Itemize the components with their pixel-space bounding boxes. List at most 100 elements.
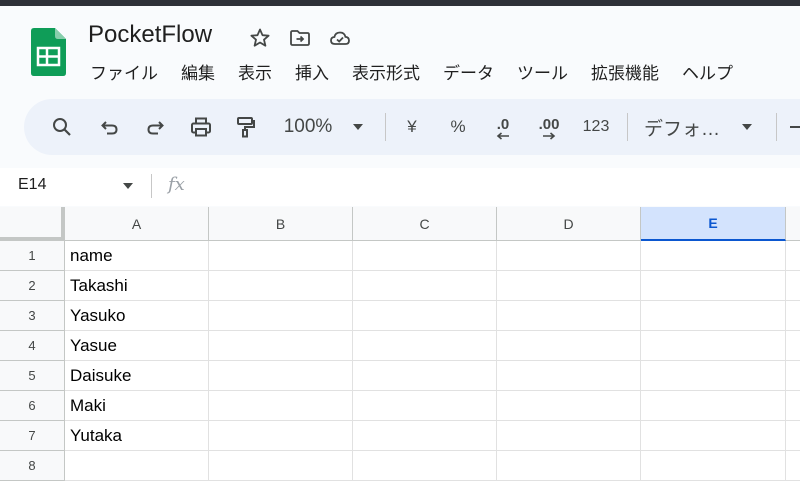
column-header-d[interactable]: D — [497, 207, 641, 241]
menu-file[interactable]: ファイル — [81, 62, 166, 86]
move-to-folder-icon[interactable] — [288, 26, 312, 50]
grid-cell[interactable] — [786, 241, 800, 271]
row-header[interactable]: 7 — [0, 421, 65, 451]
grid-cell[interactable] — [497, 391, 641, 421]
column-header-a[interactable]: A — [65, 207, 209, 241]
menu-bar: ファイル 編集 表示 挿入 表示形式 データ ツール 拡張機能 ヘルプ — [81, 62, 741, 86]
menu-data[interactable]: データ — [435, 62, 502, 86]
undo-button[interactable] — [98, 99, 122, 155]
increase-decimal-button[interactable]: .00 — [532, 99, 566, 155]
grid-cell[interactable] — [641, 271, 786, 301]
font-dropdown[interactable] — [739, 99, 755, 155]
cloud-saved-icon[interactable] — [328, 26, 352, 50]
percent-format-button[interactable]: % — [444, 99, 472, 155]
grid-cell[interactable]: name — [65, 241, 209, 271]
name-box-dropdown-icon[interactable] — [122, 182, 134, 190]
grid-cell[interactable] — [786, 451, 800, 481]
row-header[interactable]: 3 — [0, 301, 65, 331]
grid-cell[interactable] — [786, 391, 800, 421]
number-format-button[interactable]: 123 — [578, 99, 614, 155]
grid-cell[interactable] — [209, 421, 353, 451]
grid-cell[interactable]: Yasuko — [65, 301, 209, 331]
grid-cell[interactable]: Takashi — [65, 271, 209, 301]
grid-cell[interactable] — [786, 271, 800, 301]
grid-cell[interactable] — [353, 301, 497, 331]
grid-cell[interactable]: Maki — [65, 391, 209, 421]
row-header[interactable]: 6 — [0, 391, 65, 421]
grid-cell[interactable] — [497, 361, 641, 391]
search-menus-button[interactable] — [49, 99, 75, 155]
zoom-dropdown[interactable] — [350, 99, 366, 155]
column-header-c[interactable]: C — [353, 207, 497, 241]
column-header-b[interactable]: B — [209, 207, 353, 241]
sheets-logo-icon[interactable] — [31, 28, 66, 76]
grid-cell[interactable] — [497, 331, 641, 361]
grid-cell[interactable] — [641, 241, 786, 271]
menu-view[interactable]: 表示 — [230, 62, 280, 86]
decrease-decimal-label: .0 — [496, 116, 510, 133]
grid-cell[interactable] — [353, 391, 497, 421]
decrease-font-size-button[interactable] — [790, 99, 800, 155]
menu-edit[interactable]: 編集 — [173, 62, 223, 86]
row-header[interactable]: 1 — [0, 241, 65, 271]
document-title[interactable]: PocketFlow — [88, 21, 212, 49]
grid-cell[interactable] — [353, 451, 497, 481]
row-header[interactable]: 2 — [0, 271, 65, 301]
menu-help[interactable]: ヘルプ — [674, 62, 741, 86]
grid-cell[interactable] — [65, 451, 209, 481]
name-box[interactable]: E14 — [18, 176, 46, 194]
grid-cell[interactable] — [353, 271, 497, 301]
grid-cell[interactable] — [786, 421, 800, 451]
grid-cell[interactable] — [209, 361, 353, 391]
print-button[interactable] — [188, 99, 214, 155]
dropdown-arrow-icon — [742, 124, 752, 130]
menu-extensions[interactable]: 拡張機能 — [583, 62, 667, 86]
menu-format[interactable]: 表示形式 — [344, 62, 428, 86]
zoom-value[interactable]: 100% — [280, 99, 336, 155]
grid-cell[interactable] — [353, 361, 497, 391]
grid-cell[interactable] — [786, 301, 800, 331]
grid-cell[interactable] — [641, 331, 786, 361]
grid-cell[interactable] — [641, 301, 786, 331]
row-header[interactable]: 4 — [0, 331, 65, 361]
select-all-corner[interactable] — [0, 207, 65, 241]
grid-cell[interactable] — [209, 331, 353, 361]
toolbar-divider — [627, 113, 628, 141]
font-select[interactable]: デフォ… — [644, 99, 728, 155]
increase-decimal-label: .00 — [538, 116, 560, 133]
grid-cell[interactable] — [786, 361, 800, 391]
row-header[interactable]: 5 — [0, 361, 65, 391]
star-icon[interactable] — [248, 26, 272, 50]
decrease-decimal-button[interactable]: .0 — [489, 99, 517, 155]
redo-button[interactable] — [143, 99, 167, 155]
grid-cell[interactable] — [497, 271, 641, 301]
grid-cell[interactable] — [209, 241, 353, 271]
grid-cell[interactable] — [497, 301, 641, 331]
grid-cell[interactable]: Yutaka — [65, 421, 209, 451]
grid-cell[interactable] — [641, 361, 786, 391]
currency-format-button[interactable]: ¥ — [400, 99, 424, 155]
grid-cell[interactable] — [786, 331, 800, 361]
column-header-e[interactable]: E — [641, 207, 786, 241]
grid-cell[interactable] — [641, 391, 786, 421]
grid-cell[interactable] — [353, 421, 497, 451]
grid-cell[interactable]: Daisuke — [65, 361, 209, 391]
grid-cell[interactable] — [641, 451, 786, 481]
row-header[interactable]: 8 — [0, 451, 65, 481]
grid-cell[interactable] — [209, 391, 353, 421]
grid-cell[interactable]: Yasue — [65, 331, 209, 361]
grid-cell[interactable] — [209, 271, 353, 301]
menu-insert[interactable]: 挿入 — [287, 62, 337, 86]
column-header-f[interactable] — [786, 207, 800, 241]
grid-cell[interactable] — [209, 301, 353, 331]
fx-icon: fx — [168, 174, 185, 195]
grid-cell[interactable] — [209, 451, 353, 481]
grid-cell[interactable] — [353, 331, 497, 361]
grid-cell[interactable] — [497, 241, 641, 271]
grid-cell[interactable] — [497, 451, 641, 481]
grid-cell[interactable] — [353, 241, 497, 271]
paint-format-button[interactable] — [232, 99, 258, 155]
menu-tools[interactable]: ツール — [509, 62, 576, 86]
grid-cell[interactable] — [497, 421, 641, 451]
grid-cell[interactable] — [641, 421, 786, 451]
